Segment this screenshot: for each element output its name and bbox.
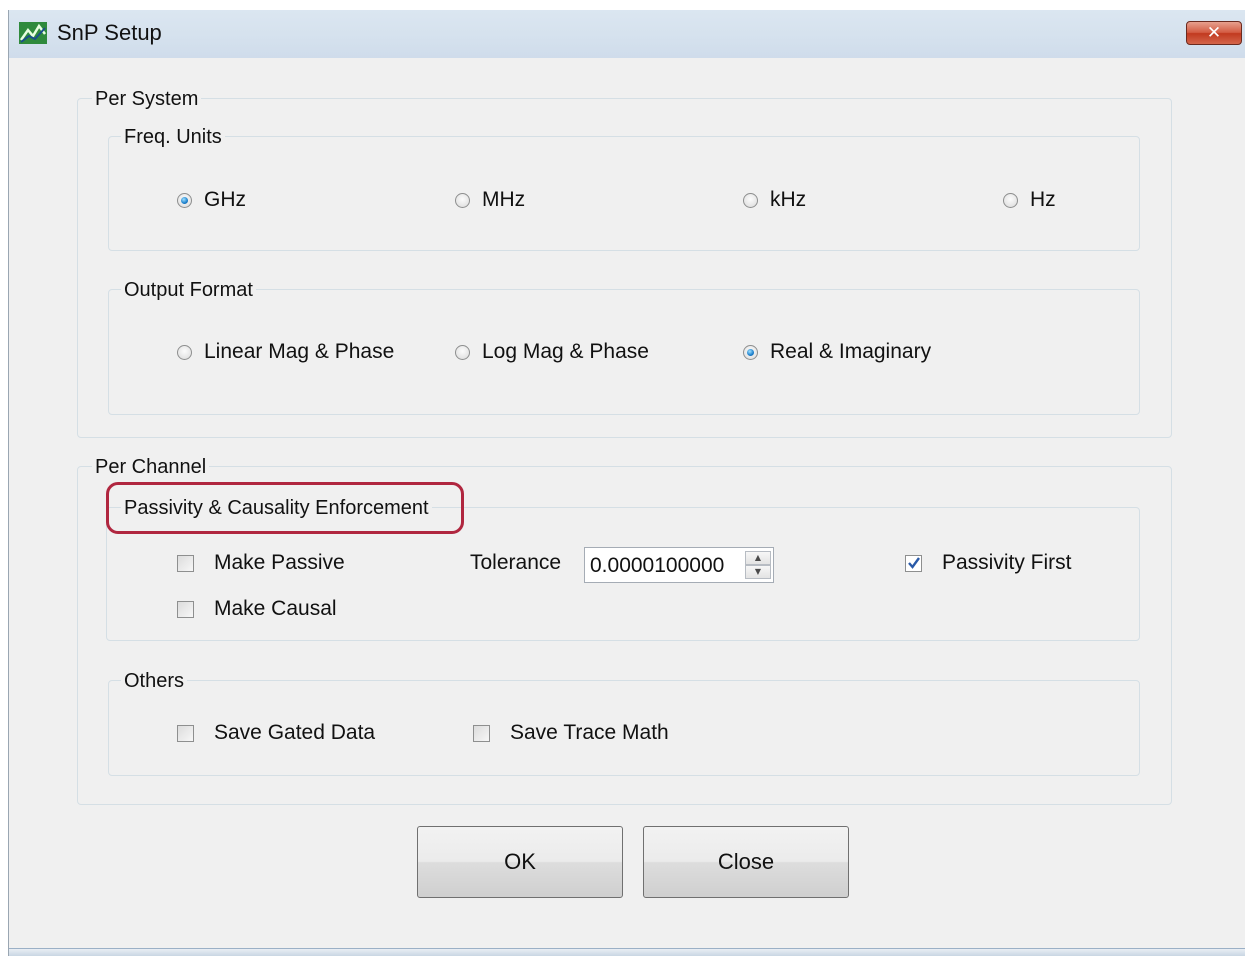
radio-hz-label: Hz	[1030, 188, 1056, 211]
radio-khz[interactable]: kHz	[743, 188, 806, 212]
close-button[interactable]: Close	[643, 826, 849, 898]
make-passive-checkbox[interactable]: Make Passive	[177, 551, 345, 575]
radio-ghz[interactable]: GHz	[177, 188, 246, 212]
save-trace-math-box[interactable]	[473, 724, 490, 742]
window-close-button[interactable]: ✕	[1186, 21, 1242, 45]
per-system-label: Per System	[92, 88, 202, 110]
save-trace-math-checkbox[interactable]: Save Trace Math	[473, 721, 669, 745]
make-causal-checkbox[interactable]: Make Causal	[177, 597, 337, 621]
save-gated-data-label: Save Gated Data	[214, 721, 376, 744]
save-gated-data-checkbox[interactable]: Save Gated Data	[177, 721, 375, 745]
window-bottom-edge	[9, 948, 1245, 956]
passivity-highlight-callout	[106, 482, 464, 534]
radio-ghz-label: GHz	[204, 188, 246, 211]
radio-mhz-indicator[interactable]	[455, 192, 470, 208]
make-causal-label: Make Causal	[214, 597, 337, 620]
tolerance-value[interactable]: 0.0000100000	[590, 554, 724, 578]
radio-log-mag-phase[interactable]: Log Mag & Phase	[455, 340, 649, 364]
radio-linear-mag-phase-indicator[interactable]	[177, 344, 192, 360]
passivity-first-checkbox[interactable]: Passivity First	[905, 551, 1072, 575]
radio-mhz-label: MHz	[482, 188, 526, 211]
radio-khz-label: kHz	[770, 188, 807, 211]
others-label: Others	[121, 670, 188, 692]
make-passive-box[interactable]	[177, 554, 194, 572]
freq-units-group	[108, 136, 1140, 251]
radio-hz-indicator[interactable]	[1003, 192, 1018, 208]
ok-button[interactable]: OK	[417, 826, 623, 898]
output-format-label: Output Format	[121, 279, 256, 301]
title-bar[interactable]: SnP Setup ✕	[9, 10, 1245, 58]
radio-khz-indicator[interactable]	[743, 192, 758, 208]
save-gated-data-box[interactable]	[177, 724, 194, 742]
radio-hz[interactable]: Hz	[1003, 188, 1056, 212]
window-title: SnP Setup	[57, 20, 162, 45]
make-passive-label: Make Passive	[214, 551, 345, 574]
per-channel-label: Per Channel	[92, 456, 210, 478]
radio-real-imaginary-label: Real & Imaginary	[770, 340, 932, 363]
make-causal-box[interactable]	[177, 600, 194, 618]
radio-real-imaginary[interactable]: Real & Imaginary	[743, 340, 931, 364]
checkmark-icon	[908, 556, 920, 569]
save-trace-math-label: Save Trace Math	[510, 721, 669, 744]
radio-linear-mag-phase-label: Linear Mag & Phase	[204, 340, 395, 363]
radio-mhz[interactable]: MHz	[455, 188, 525, 212]
tolerance-label: Tolerance	[470, 551, 562, 574]
passivity-first-box[interactable]	[905, 554, 922, 572]
tolerance-spinner[interactable]: 0.0000100000 ▲ ▼	[584, 547, 774, 583]
freq-units-label: Freq. Units	[121, 126, 225, 148]
radio-ghz-indicator[interactable]	[177, 192, 192, 208]
spin-down-arrow-icon[interactable]: ▼	[745, 565, 771, 579]
passivity-first-label: Passivity First	[942, 551, 1072, 574]
app-icon	[19, 22, 47, 44]
radio-log-mag-phase-indicator[interactable]	[455, 344, 470, 360]
radio-linear-mag-phase[interactable]: Linear Mag & Phase	[177, 340, 394, 364]
radio-real-imaginary-indicator[interactable]	[743, 344, 758, 360]
radio-log-mag-phase-label: Log Mag & Phase	[482, 340, 649, 363]
spin-up-arrow-icon[interactable]: ▲	[745, 551, 771, 565]
